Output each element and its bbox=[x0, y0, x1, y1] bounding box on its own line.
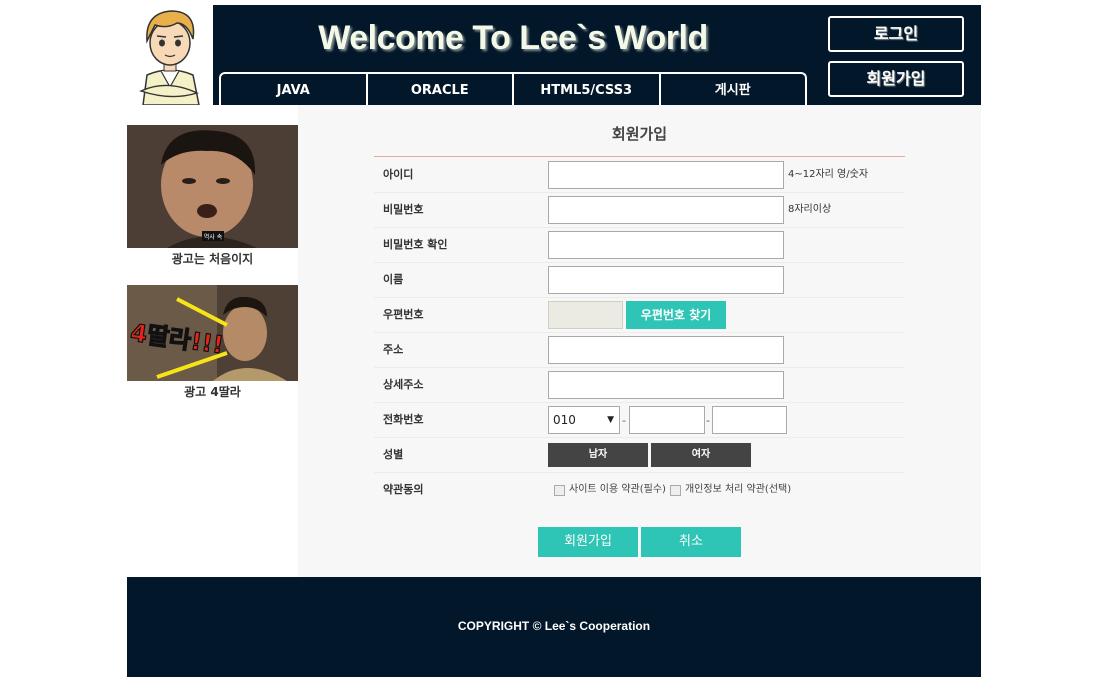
ad-image-2[interactable]: 4딸라!!! bbox=[127, 285, 298, 381]
main-nav: JAVA ORACLE HTML5/CSS3 게시판 bbox=[219, 72, 807, 105]
site-logo[interactable] bbox=[127, 5, 213, 106]
gender-female-button[interactable]: 여자 bbox=[651, 443, 751, 467]
terms-privacy-label[interactable]: 개인정보 처리 약관(선택) bbox=[685, 473, 791, 507]
password-input[interactable] bbox=[548, 196, 784, 224]
row-name: 이름 bbox=[374, 263, 905, 298]
ad-banner-1[interactable]: 역사 속 광고는 처음이지 bbox=[127, 125, 298, 267]
site-header: Welcome To Lee`s World 로그인 회원가입 JAVA ORA… bbox=[213, 5, 981, 105]
chevron-down-icon: ▼ bbox=[607, 415, 614, 425]
ad-banner-2[interactable]: 4딸라!!! 광고 4딸라 bbox=[127, 285, 298, 400]
phone-prefix-select[interactable]: 010 ▼ bbox=[548, 406, 620, 434]
row-phone: 전화번호 010 ▼ - - bbox=[374, 403, 905, 438]
submit-signup-button[interactable]: 회원가입 bbox=[538, 527, 638, 557]
row-terms: 약관동의 사이트 이용 약관(필수) 개인정보 처리 약관(선택) bbox=[374, 473, 905, 508]
phone-dash-2: - bbox=[706, 414, 710, 427]
find-zipcode-button[interactable]: 우편번호 찾기 bbox=[626, 301, 726, 329]
phone-prefix-value: 010 bbox=[553, 413, 576, 427]
name-label: 이름 bbox=[383, 273, 404, 286]
ad-photo-2: 4딸라!!! bbox=[127, 285, 298, 381]
terms-group: 사이트 이용 약관(필수) 개인정보 처리 약관(선택) bbox=[552, 473, 791, 507]
ad-caption-1[interactable]: 광고는 처음이지 bbox=[127, 250, 298, 267]
id-hint: 4~12자리 영/숫자 bbox=[788, 169, 869, 180]
signup-form: 회원가입 아이디 4~12자리 영/숫자 비밀번호 8자리이상 비밀번호 확인 … bbox=[298, 105, 981, 577]
row-password-confirm: 비밀번호 확인 bbox=[374, 228, 905, 263]
terms-site-checkbox[interactable] bbox=[554, 484, 565, 496]
terms-label: 약관동의 bbox=[383, 483, 424, 496]
character-illustration bbox=[139, 10, 200, 106]
row-password: 비밀번호 8자리이상 bbox=[374, 193, 905, 228]
nav-item-java[interactable]: JAVA bbox=[221, 74, 368, 105]
site-title: Welcome To Lee`s World bbox=[318, 19, 708, 57]
site-footer: COPYRIGHT © Lee`s Cooperation bbox=[127, 577, 981, 677]
id-input[interactable] bbox=[548, 161, 784, 189]
ad-caption-2[interactable]: 광고 4딸라 bbox=[127, 383, 298, 400]
sidebar: 역사 속 광고는 처음이지 4딸라!!! 광고 4딸라 bbox=[127, 105, 298, 577]
address-label: 주소 bbox=[383, 343, 404, 356]
password-hint: 8자리이상 bbox=[788, 204, 832, 215]
login-button[interactable]: 로그인 bbox=[828, 16, 964, 52]
nav-item-html5-css3[interactable]: HTML5/CSS3 bbox=[514, 74, 661, 105]
nav-item-board[interactable]: 게시판 bbox=[661, 74, 806, 105]
password-confirm-label: 비밀번호 확인 bbox=[383, 238, 448, 251]
phone-middle-input[interactable] bbox=[629, 406, 705, 434]
terms-privacy-checkbox[interactable] bbox=[669, 484, 681, 496]
name-input[interactable] bbox=[548, 266, 784, 294]
gender-male-button[interactable]: 남자 bbox=[548, 443, 648, 467]
ad-image-1-text: 역사 속 bbox=[204, 233, 223, 241]
nav-item-oracle[interactable]: ORACLE bbox=[368, 74, 514, 105]
zipcode-input[interactable] bbox=[548, 301, 623, 329]
row-address-detail: 상세주소 bbox=[374, 368, 905, 403]
cancel-button[interactable]: 취소 bbox=[641, 527, 741, 557]
form-divider bbox=[374, 156, 905, 157]
row-id: 아이디 4~12자리 영/숫자 bbox=[374, 158, 905, 193]
row-zipcode: 우편번호 우편번호 찾기 bbox=[374, 298, 905, 333]
form-title: 회원가입 bbox=[611, 125, 668, 143]
password-confirm-input[interactable] bbox=[548, 231, 784, 259]
page: Welcome To Lee`s World 로그인 회원가입 JAVA ORA… bbox=[0, 0, 1108, 682]
ad-image-1[interactable]: 역사 속 bbox=[127, 125, 298, 248]
row-gender: 성별 남자 여자 bbox=[374, 438, 905, 473]
phone-last-input[interactable] bbox=[712, 406, 787, 434]
zipcode-label: 우편번호 bbox=[383, 308, 424, 321]
id-label: 아이디 bbox=[383, 168, 414, 181]
ad-photo-1: 역사 속 bbox=[127, 125, 298, 248]
phone-label: 전화번호 bbox=[383, 413, 424, 426]
signup-button[interactable]: 회원가입 bbox=[828, 61, 964, 97]
password-label: 비밀번호 bbox=[383, 203, 424, 216]
address-input[interactable] bbox=[548, 336, 784, 364]
phone-dash-1: - bbox=[622, 414, 626, 427]
row-address: 주소 bbox=[374, 333, 905, 368]
address-detail-input[interactable] bbox=[548, 371, 784, 399]
copyright-text: COPYRIGHT © Lee`s Cooperation bbox=[457, 619, 651, 633]
address-detail-label: 상세주소 bbox=[383, 378, 424, 391]
gender-label: 성별 bbox=[383, 448, 404, 461]
terms-site-label[interactable]: 사이트 이용 약관(필수) bbox=[569, 473, 666, 507]
